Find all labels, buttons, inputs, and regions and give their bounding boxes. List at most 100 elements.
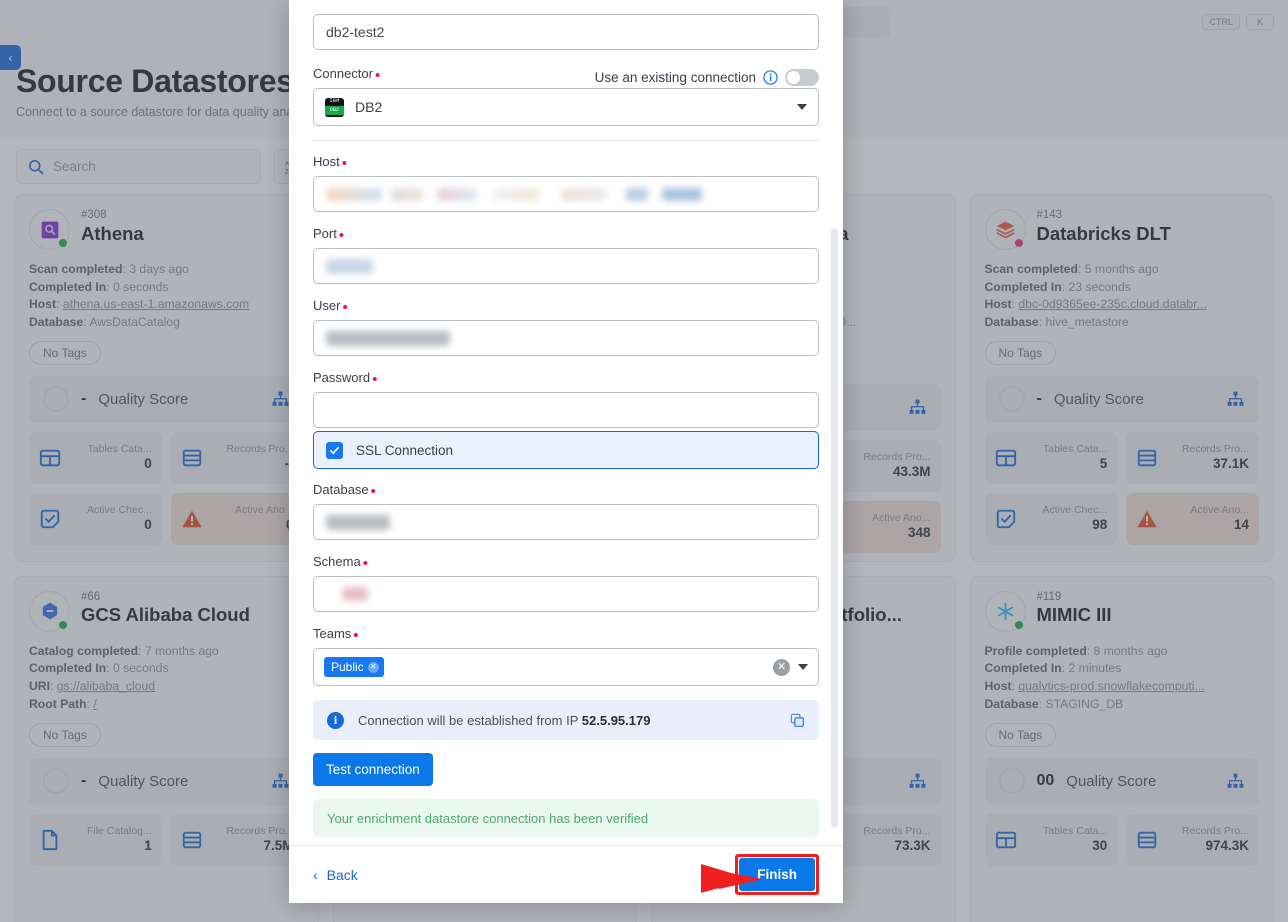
search-icon xyxy=(29,159,44,174)
avatar xyxy=(29,590,70,632)
info-icon[interactable] xyxy=(763,69,778,85)
modal-scrollbar[interactable] xyxy=(831,228,838,828)
connector-value: DB2 xyxy=(355,99,383,115)
metric-tile[interactable]: Records Pro... 974.3K xyxy=(1126,813,1259,866)
card-title[interactable]: GCS Alibaba Cloud xyxy=(81,603,250,626)
metric-tiles: Tables Cata... 5 Records Pro... 37.1K Ac… xyxy=(984,431,1259,545)
check-icon xyxy=(40,509,60,528)
card-meta-row: Database: STAGING_DB xyxy=(984,696,1124,711)
connection-verified-banner: Your enrichment datastore connection has… xyxy=(313,799,819,837)
checkbox-checked-icon[interactable] xyxy=(326,441,343,459)
quality-score-panel[interactable]: - Quality Score xyxy=(29,757,304,805)
card-meta-value: 0 seconds xyxy=(112,279,169,294)
datastore-card[interactable]: #66 GCS Alibaba Cloud Catalog completed:… xyxy=(14,575,319,922)
metric-tile[interactable]: File Catalog... 1 xyxy=(29,813,162,866)
sidebar-collapse-button[interactable]: ‹ xyxy=(0,45,21,70)
port-label: Port • xyxy=(313,226,345,244)
metric-value: 30 xyxy=(1092,837,1108,853)
datastore-name-input[interactable]: db2-test2 xyxy=(313,14,819,50)
password-label: Password • xyxy=(313,370,378,388)
warning-icon xyxy=(1137,510,1157,527)
back-label: Back xyxy=(326,866,358,883)
existing-connection-toggle[interactable] xyxy=(785,68,819,86)
metric-tile[interactable]: Active Chec... 98 xyxy=(984,492,1118,545)
ip-info-text: Connection will be established from IP 5… xyxy=(358,712,651,728)
card-meta-link[interactable]: dbc-0d9365ee-235c.cloud.databr... xyxy=(1018,297,1206,311)
card-meta-value: 2 minutes xyxy=(1068,661,1122,676)
metric-tile[interactable]: Active Ano... 14 xyxy=(1126,492,1259,545)
back-button[interactable]: ‹ Back xyxy=(313,867,358,883)
database-input[interactable] xyxy=(313,504,819,540)
card-tag[interactable]: No Tags xyxy=(29,722,101,747)
datastore-card[interactable]: #119 MIMIC III Profile completed: 8 mont… xyxy=(969,575,1274,922)
teams-select[interactable]: Public ✕ ✕ xyxy=(313,648,819,686)
card-meta-row: URI: gs://alibaba_cloud xyxy=(29,679,156,694)
quality-score-panel[interactable]: - Quality Score xyxy=(984,375,1259,423)
ssl-connection-checkbox-row[interactable]: SSL Connection xyxy=(313,431,819,469)
card-meta-value: 7 months ago xyxy=(144,643,219,658)
copy-icon[interactable] xyxy=(790,713,805,728)
card-meta-row: Database: hive_metastore xyxy=(984,315,1129,330)
table-icon xyxy=(995,449,1016,466)
host-input[interactable] xyxy=(313,176,819,212)
metric-label: Active Chec... xyxy=(86,503,152,516)
info-icon: i xyxy=(327,711,344,729)
teams-field: Teams • Public ✕ ✕ xyxy=(313,625,819,686)
search-input[interactable]: Search xyxy=(16,149,261,184)
datastore-card[interactable]: #308 Athena Scan completed: 3 days ago Co… xyxy=(14,194,319,562)
card-header: #308 Athena xyxy=(29,209,304,250)
teams-label: Teams • xyxy=(313,626,359,644)
metric-tile[interactable]: Tables Cata... 5 xyxy=(984,431,1118,484)
card-title[interactable]: MIMIC III xyxy=(1037,603,1112,626)
card-meta-row: Database: AwsDataCatalog xyxy=(29,315,180,330)
chevron-down-icon[interactable] xyxy=(798,664,808,670)
metric-tile[interactable]: Records Pro... -- xyxy=(170,431,304,484)
metric-tile[interactable]: Active Chec... 0 xyxy=(29,492,162,545)
metric-tile[interactable]: Records Pro... 37.1K xyxy=(1126,431,1259,484)
password-input[interactable] xyxy=(313,392,819,428)
card-title[interactable]: Databricks DLT xyxy=(1037,222,1171,245)
card-meta-value: 0 seconds xyxy=(112,661,169,676)
hierarchy-icon[interactable] xyxy=(908,398,927,417)
metric-label: Records Pro... xyxy=(1181,442,1249,455)
hierarchy-icon[interactable] xyxy=(1226,772,1245,791)
card-meta-row: Profile completed: 8 months ago xyxy=(984,643,1168,658)
avatar xyxy=(984,209,1026,250)
user-input[interactable] xyxy=(313,320,819,356)
metric-value: 43.3M xyxy=(892,463,931,479)
database-field: Database • xyxy=(313,481,819,540)
port-field: Port • xyxy=(313,225,819,284)
card-meta-link[interactable]: qualytics-prod.snowflakecomputi... xyxy=(1018,679,1204,693)
quality-score-panel[interactable]: 00 Quality Score xyxy=(984,757,1259,805)
card-meta-link[interactable]: athena.us-east-1.amazonaws.com xyxy=(63,297,249,311)
db2-icon-bottom: DB2 xyxy=(325,105,344,115)
card-title[interactable]: Athena xyxy=(81,222,144,245)
connector-select[interactable]: IBM DB2 DB2 xyxy=(313,88,819,126)
team-chip[interactable]: Public ✕ xyxy=(324,657,384,677)
hierarchy-icon[interactable] xyxy=(908,772,927,791)
metric-tile[interactable]: Tables Cata... 30 xyxy=(984,813,1118,866)
metric-tile[interactable]: Records Pro... 7.5M xyxy=(170,813,304,866)
quality-score-panel[interactable]: - Quality Score xyxy=(29,375,304,423)
password-field: Password • xyxy=(313,369,819,428)
card-tag[interactable]: No Tags xyxy=(29,340,101,365)
card-tag[interactable]: No Tags xyxy=(984,340,1057,365)
card-meta-link[interactable]: / xyxy=(93,697,96,711)
remove-chip-icon[interactable]: ✕ xyxy=(367,661,379,673)
hierarchy-icon[interactable] xyxy=(271,390,290,409)
card-meta-link[interactable]: gs://alibaba_cloud xyxy=(57,679,155,693)
metric-tile[interactable]: Tables Cata... 0 xyxy=(29,431,162,484)
metric-label: Tables Cata... xyxy=(1043,824,1108,837)
hierarchy-icon[interactable] xyxy=(1226,390,1245,409)
quality-score-value: - xyxy=(1036,390,1042,408)
schema-input[interactable] xyxy=(313,576,819,612)
port-input[interactable] xyxy=(313,248,819,284)
test-connection-button[interactable]: Test connection xyxy=(313,753,433,786)
metric-tile[interactable]: Active Ano... 0 xyxy=(170,492,304,545)
clear-selection-icon[interactable]: ✕ xyxy=(773,658,790,676)
ip-address: 52.5.95.179 xyxy=(581,712,651,728)
card-tag[interactable]: No Tags xyxy=(984,722,1057,747)
hierarchy-icon[interactable] xyxy=(271,772,290,791)
modal-footer: ‹ Back Finish xyxy=(289,845,843,903)
datastore-card[interactable]: #143 Databricks DLT Scan completed: 5 mo… xyxy=(969,194,1274,562)
